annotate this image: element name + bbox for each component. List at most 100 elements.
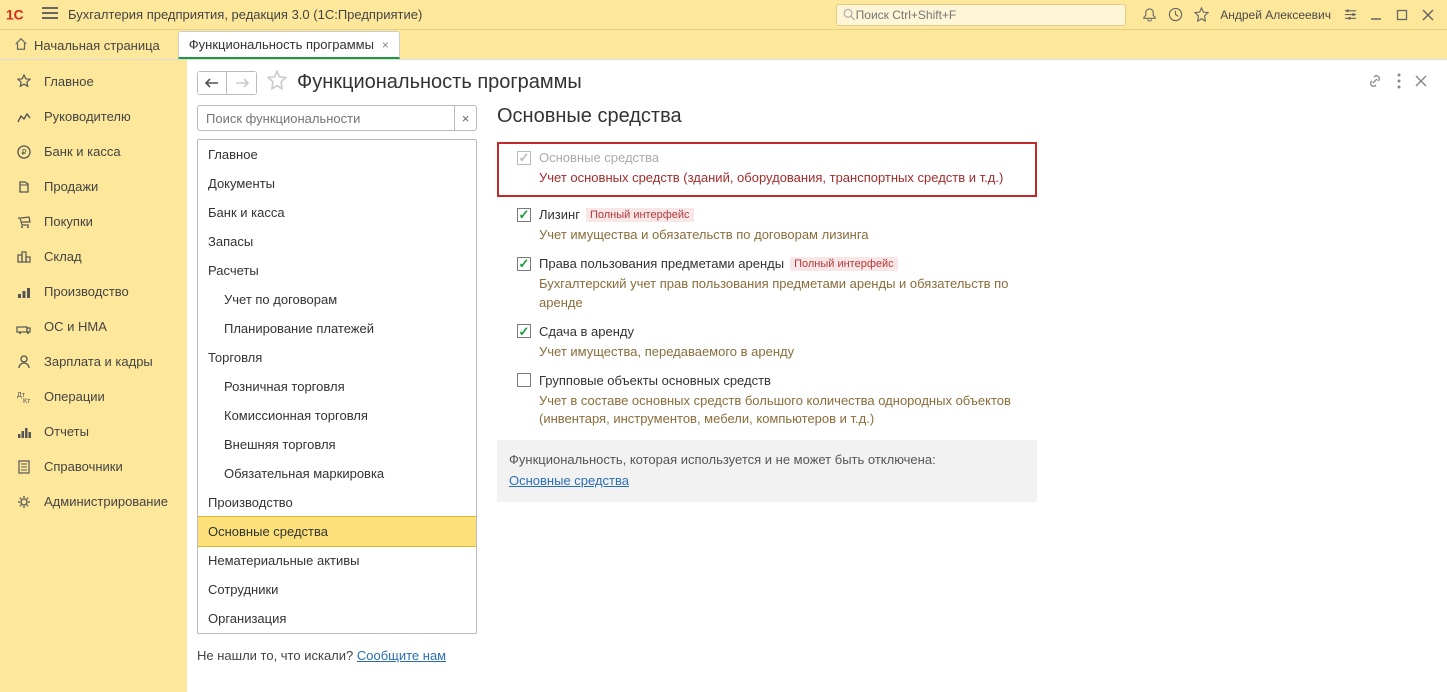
close-icon[interactable] bbox=[1416, 3, 1440, 27]
interface-badge: Полный интерфейс bbox=[586, 208, 694, 222]
sidebar-item[interactable]: Зарплата и кадры bbox=[0, 344, 187, 379]
sidebar-icon: ₽ bbox=[14, 144, 34, 160]
bell-icon[interactable] bbox=[1137, 3, 1161, 27]
sidebar-label: Операции bbox=[44, 389, 105, 404]
sidebar-item[interactable]: ДтКт Операции bbox=[0, 379, 187, 414]
tree-item[interactable]: Нематериальные активы bbox=[198, 546, 476, 575]
option-description: Учет основных средств (зданий, оборудова… bbox=[539, 169, 1025, 187]
option-label: Сдача в аренду bbox=[539, 324, 634, 339]
footer-text: Не нашли то, что искали? bbox=[197, 648, 357, 663]
sidebar-item[interactable]: Руководителю bbox=[0, 99, 187, 134]
functionality-search[interactable]: × bbox=[197, 105, 477, 131]
sidebar-label: Главное bbox=[44, 74, 94, 89]
panel-close-icon[interactable] bbox=[1415, 75, 1427, 90]
sidebar-item[interactable]: ₽ Банк и касса bbox=[0, 134, 187, 169]
sidebar-item[interactable]: Склад bbox=[0, 239, 187, 274]
interface-badge: Полный интерфейс bbox=[790, 257, 898, 271]
locked-text: Функциональность, которая используется и… bbox=[509, 450, 1025, 471]
more-icon[interactable] bbox=[1397, 73, 1401, 92]
tab-close-icon[interactable]: × bbox=[382, 38, 389, 52]
option-row: ЛизингПолный интерфейс bbox=[517, 207, 1037, 222]
sidebar-item[interactable]: Главное bbox=[0, 64, 187, 99]
checkbox[interactable] bbox=[517, 257, 531, 271]
sidebar-item[interactable]: Справочники bbox=[0, 449, 187, 484]
tree-item[interactable]: Комиссионная торговля bbox=[198, 401, 476, 430]
tree-item[interactable]: Главное bbox=[198, 140, 476, 169]
sidebar-label: ОС и НМА bbox=[44, 319, 107, 334]
favorite-star-icon[interactable] bbox=[267, 70, 287, 95]
functionality-tree: ГлавноеДокументыБанк и кассаЗапасыРасчет… bbox=[197, 139, 477, 634]
sidebar-item[interactable]: ОС и НМА bbox=[0, 309, 187, 344]
checkbox[interactable] bbox=[517, 324, 531, 338]
nav-back-button[interactable] bbox=[197, 71, 227, 95]
tab-active[interactable]: Функциональность программы × bbox=[178, 31, 400, 59]
sidebar-item[interactable]: Отчеты bbox=[0, 414, 187, 449]
tree-item[interactable]: Основные средства bbox=[197, 516, 477, 547]
functionality-left-panel: × ГлавноеДокументыБанк и кассаЗапасыРасч… bbox=[197, 105, 477, 663]
sidebar-item[interactable]: Производство bbox=[0, 274, 187, 309]
option-description: Бухгалтерский учет прав пользования пред… bbox=[539, 275, 1037, 311]
option-description: Учет в составе основных средств большого… bbox=[539, 392, 1037, 428]
content-panel: Функциональность программы × ГлавноеДоку… bbox=[187, 60, 1447, 692]
option-label: Права пользования предметами аренды bbox=[539, 256, 784, 271]
option-block: Сдача в арендуУчет имущества, передаваем… bbox=[497, 324, 1037, 361]
nav-forward-button[interactable] bbox=[227, 71, 257, 95]
tree-item[interactable]: Внешняя торговля bbox=[198, 430, 476, 459]
sidebar-item[interactable]: Администрирование bbox=[0, 484, 187, 519]
tree-item[interactable]: Розничная торговля bbox=[198, 372, 476, 401]
content-title: Функциональность программы bbox=[297, 71, 582, 94]
tree-item[interactable]: Банк и касса bbox=[198, 198, 476, 227]
sidebar-label: Покупки bbox=[44, 214, 93, 229]
tree-item[interactable]: Планирование платежей bbox=[198, 314, 476, 343]
sidebar-label: Склад bbox=[44, 249, 82, 264]
tree-item[interactable]: Документы bbox=[198, 169, 476, 198]
content-header: Функциональность программы bbox=[197, 70, 1427, 95]
sidebar-item[interactable]: Продажи bbox=[0, 169, 187, 204]
svg-text:Кт: Кт bbox=[23, 398, 31, 405]
tree-item[interactable]: Торговля bbox=[198, 343, 476, 372]
sidebar-icon: ДтКт bbox=[14, 389, 34, 405]
sidebar-icon bbox=[14, 214, 34, 230]
settings-icon[interactable] bbox=[1338, 3, 1362, 27]
sidebar-icon bbox=[14, 249, 34, 265]
option-row: Групповые объекты основных средств bbox=[517, 373, 1037, 388]
history-icon[interactable] bbox=[1163, 3, 1187, 27]
locked-link[interactable]: Основные средства bbox=[509, 473, 629, 488]
svg-text:₽: ₽ bbox=[21, 148, 26, 157]
user-name[interactable]: Андрей Алексеевич bbox=[1220, 8, 1331, 22]
search-icon bbox=[843, 8, 855, 21]
global-search[interactable] bbox=[836, 4, 1126, 26]
tab-home-label: Начальная страница bbox=[34, 38, 160, 53]
tree-item[interactable]: Обязательная маркировка bbox=[198, 459, 476, 488]
svg-text:1С: 1С bbox=[6, 7, 24, 22]
sidebar-label: Банк и касса bbox=[44, 144, 121, 159]
minimize-icon[interactable] bbox=[1364, 3, 1388, 27]
star-icon[interactable] bbox=[1189, 3, 1213, 27]
link-icon[interactable] bbox=[1367, 73, 1383, 92]
tree-item[interactable]: Сотрудники bbox=[198, 575, 476, 604]
global-search-input[interactable] bbox=[856, 8, 1120, 22]
tree-item[interactable]: Организация bbox=[198, 604, 476, 633]
sidebar-icon bbox=[14, 424, 34, 440]
section-title: Основные средства bbox=[497, 105, 1037, 128]
tree-item[interactable]: Запасы bbox=[198, 227, 476, 256]
tab-active-label: Функциональность программы bbox=[189, 37, 374, 52]
footer-link[interactable]: Сообщите нам bbox=[357, 648, 446, 663]
checkbox[interactable] bbox=[517, 208, 531, 222]
sidebar-icon bbox=[14, 494, 34, 510]
sidebar-item[interactable]: Покупки bbox=[0, 204, 187, 239]
tree-item[interactable]: Расчеты bbox=[198, 256, 476, 285]
functionality-footer: Не нашли то, что искали? Сообщите нам bbox=[197, 648, 477, 663]
functionality-search-input[interactable] bbox=[198, 111, 454, 126]
tree-item[interactable]: Учет по договорам bbox=[198, 285, 476, 314]
maximize-icon[interactable] bbox=[1390, 3, 1414, 27]
option-block: Права пользования предметами аренды Полны… bbox=[497, 256, 1037, 311]
tab-home[interactable]: Начальная страница bbox=[0, 31, 174, 59]
sidebar-icon bbox=[14, 354, 34, 370]
option-block: Групповые объекты основных средств Учет в… bbox=[497, 373, 1037, 428]
checkbox[interactable] bbox=[517, 373, 531, 387]
hamburger-icon[interactable] bbox=[42, 7, 58, 22]
tree-item[interactable]: Производство bbox=[198, 488, 476, 517]
sidebar-label: Администрирование bbox=[44, 494, 168, 509]
search-clear-icon[interactable]: × bbox=[454, 106, 476, 130]
